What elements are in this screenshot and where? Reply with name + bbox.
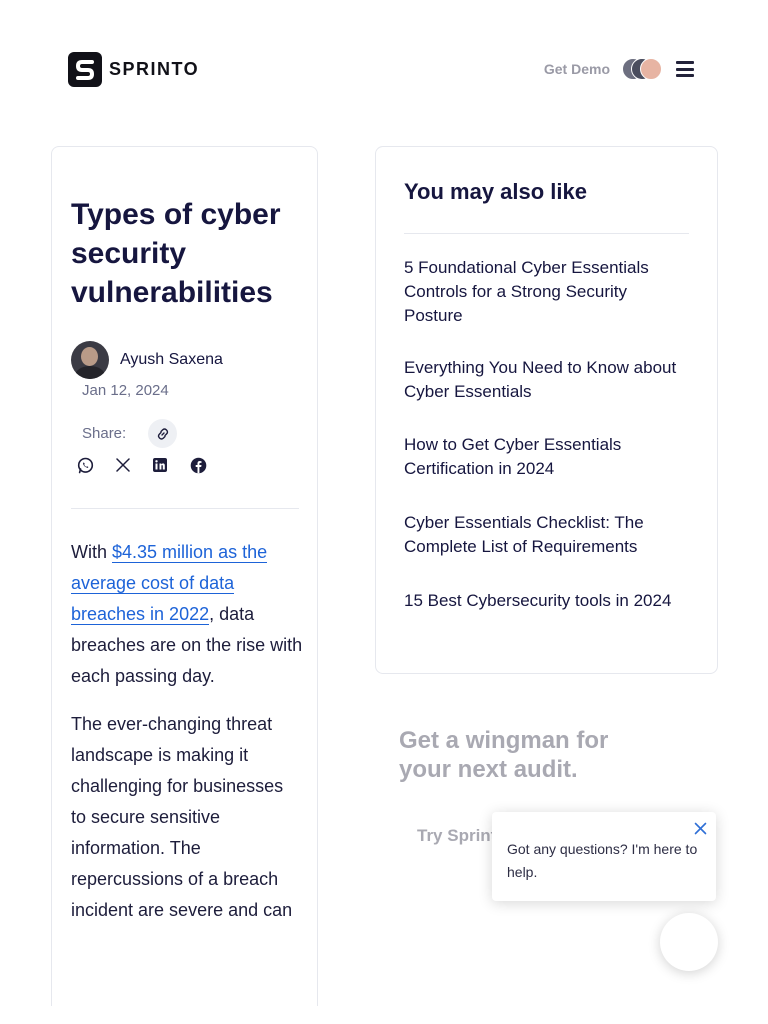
article-title: Types of cyber security vulnerabilities xyxy=(71,198,281,309)
related-post-link[interactable]: How to Get Cyber Essentials Certificatio… xyxy=(404,433,684,481)
header-actions: Get Demo xyxy=(544,58,694,80)
related-posts-card: You may also like 5 Foundational Cyber E… xyxy=(375,146,718,674)
hamburger-menu-icon[interactable] xyxy=(676,61,694,77)
article-date: Jan 12, 2024 xyxy=(82,382,169,399)
paragraph-text: With xyxy=(71,542,113,562)
logo-wordmark: SPRINTO xyxy=(109,59,200,79)
sprinto-logo-mark-icon xyxy=(68,52,102,87)
related-post-link[interactable]: Cyber Essentials Checklist: The Complete… xyxy=(404,511,684,559)
chat-launcher-button[interactable] xyxy=(660,913,718,971)
whatsapp-icon[interactable] xyxy=(76,456,94,474)
article-card: Types of cyber security vulnerabilities … xyxy=(51,146,318,1006)
chat-message: Got any questions? I'm here to help. xyxy=(507,841,698,880)
facebook-icon[interactable] xyxy=(189,456,207,474)
cta-button-label: Try Sprint xyxy=(417,826,497,845)
team-avatars-icon xyxy=(622,58,662,80)
share-label: Share: xyxy=(82,425,127,442)
related-posts-divider xyxy=(404,233,689,234)
cta-title: Get a wingman for your next audit. xyxy=(399,727,609,783)
close-icon[interactable] xyxy=(692,820,708,836)
related-post-link[interactable]: 15 Best Cybersecurity tools in 2024 xyxy=(404,589,684,613)
article-paragraph: The ever-changing threat landscape is ma… xyxy=(71,714,293,920)
get-demo-link[interactable]: Get Demo xyxy=(544,61,610,77)
sprinto-logo[interactable]: SPRINTO xyxy=(68,52,199,87)
author-info: Ayush Saxena xyxy=(71,341,223,379)
article-paragraph: With $4.35 million as the average cost o… xyxy=(71,537,303,692)
x-icon[interactable] xyxy=(114,456,132,474)
team-avatar xyxy=(640,58,662,80)
related-post-link[interactable]: Everything You Need to Know about Cyber … xyxy=(404,356,684,404)
article-divider xyxy=(71,508,299,509)
copy-link-icon[interactable] xyxy=(148,419,177,448)
author-avatar xyxy=(71,341,109,379)
site-header: SPRINTO Get Demo xyxy=(0,0,768,140)
related-post-link[interactable]: 5 Foundational Cyber Essentials Controls… xyxy=(404,256,684,328)
chat-popup[interactable]: Got any questions? I'm here to help. xyxy=(492,812,716,901)
linkedin-icon[interactable] xyxy=(151,456,169,474)
author-name[interactable]: Ayush Saxena xyxy=(120,351,223,369)
related-posts-title: You may also like xyxy=(404,179,588,204)
